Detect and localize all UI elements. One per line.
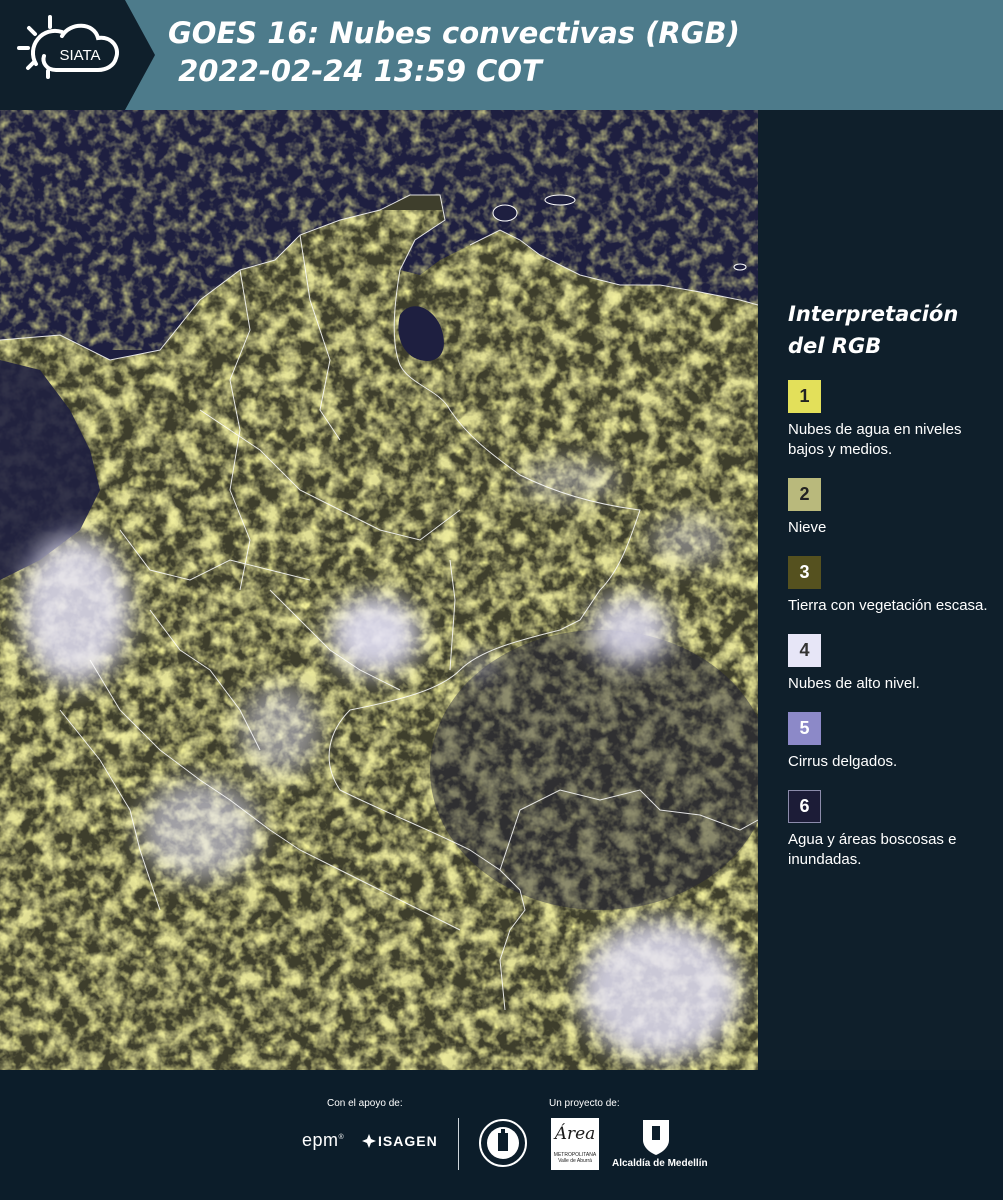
legend-swatch-1: 1 — [788, 380, 821, 413]
legend-label-2: Nieve — [788, 519, 827, 536]
legend: Interpretación del RGB 1 Nubes de agua en … — [788, 298, 988, 888]
legend-swatch-4: 4 — [788, 634, 821, 667]
legend-label-3: Tierra con vegetación escasa. — [788, 597, 988, 614]
medellin-seal-icon — [479, 1119, 527, 1167]
legend-item-5: 5 Cirrus delgados. — [788, 712, 988, 772]
epm-logo: epm® — [302, 1130, 345, 1150]
legend-swatch-3: 3 — [788, 556, 821, 589]
isagen-icon — [362, 1134, 376, 1148]
legend-item-6: 6 Agua y áreas boscosas e inundadas. — [788, 790, 988, 870]
title-line-2: 2022-02-24 13:59 COT — [168, 54, 542, 88]
legend-item-3: 3 Tierra con vegetación escasa. — [788, 556, 988, 616]
alcaldia-shield-icon — [643, 1120, 669, 1155]
isagen-logo: ISAGEN — [362, 1133, 438, 1149]
legend-label-6: Agua y áreas boscosas e inundadas. — [788, 831, 957, 868]
legend-title: Interpretación del RGB — [788, 298, 988, 362]
legend-item-4: 4 Nubes de alto nivel. — [788, 634, 988, 694]
footer-divider — [458, 1118, 459, 1170]
legend-swatch-2: 2 — [788, 478, 821, 511]
legend-label-4: Nubes de alto nivel. — [788, 675, 920, 692]
legend-swatch-5: 5 — [788, 712, 821, 745]
logo-text: SIATA — [59, 47, 100, 64]
footer: Con el apoyo de: Un proyecto de: epm® IS… — [0, 1070, 1003, 1200]
header: SIATA GOES 16: Nubes convectivas (RGB) 2… — [0, 0, 1003, 110]
alcaldia-logo-text: Alcaldía de Medellín — [612, 1158, 708, 1169]
legend-label-5: Cirrus delgados. — [788, 753, 898, 770]
legend-title-line-1: Interpretación — [788, 302, 959, 326]
page-title: GOES 16: Nubes convectivas (RGB) 2022-02… — [168, 14, 740, 90]
legend-item-1: 1 Nubes de agua en niveles bajos y medios… — [788, 380, 988, 460]
legend-title-line-2: del RGB — [788, 334, 882, 358]
project-label: Un proyecto de: — [549, 1098, 620, 1109]
legend-swatch-6: 6 — [788, 790, 821, 823]
satellite-map[interactable] — [0, 110, 758, 1070]
legend-item-2: 2 Nieve — [788, 478, 988, 538]
legend-label-1: Nubes de agua en niveles bajos y medios. — [788, 421, 962, 458]
area-metropolitana-logo: Área METROPOLITANA Valle de Aburrá — [551, 1118, 599, 1170]
siata-logo: SIATA — [0, 0, 155, 110]
support-label: Con el apoyo de: — [327, 1098, 403, 1109]
title-line-1: GOES 16: Nubes convectivas (RGB) — [168, 16, 740, 50]
